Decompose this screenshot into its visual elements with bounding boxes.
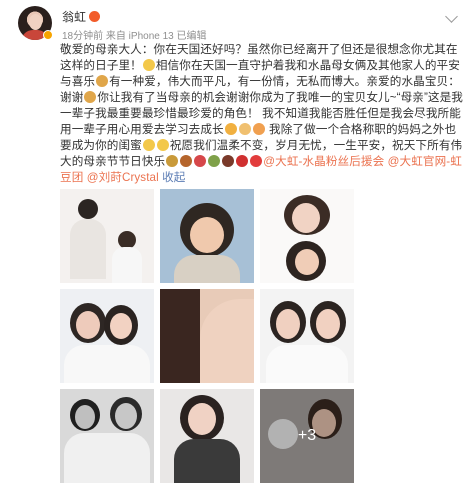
photo-3[interactable] — [260, 189, 354, 283]
mention-fanclub-link[interactable]: @大虹-水晶粉丝后援会 — [263, 155, 384, 168]
flower-emoji-icon — [222, 155, 235, 167]
photo-9[interactable]: +3 — [260, 389, 354, 483]
chevron-down-icon[interactable] — [445, 10, 458, 23]
lipstick-emoji-icon — [194, 155, 207, 167]
post-meta: 18分钟前 来自 iPhone 13 已编辑 — [62, 31, 207, 42]
hand-emoji-icon — [238, 123, 251, 135]
cake-emoji-icon — [166, 155, 179, 167]
pray-emoji-icon-2 — [84, 91, 97, 103]
mention-crystal-link[interactable]: @刘莳Crystal — [87, 171, 159, 184]
photo-7[interactable] — [60, 389, 154, 483]
bottle-emoji-icon — [208, 155, 221, 167]
post-header: 翁虹 18分钟前 来自 iPhone 13 已编辑 — [10, 6, 464, 42]
photo-5[interactable] — [160, 289, 254, 383]
rose-emoji-icon — [236, 155, 249, 167]
bouquet-emoji-icon — [180, 155, 193, 167]
muscle-emoji-icon — [252, 123, 265, 135]
photo-2[interactable] — [160, 189, 254, 283]
laugh-emoji-icon — [142, 139, 155, 151]
photo-8[interactable] — [160, 389, 254, 483]
verified-badge-icon — [43, 30, 53, 40]
author-name-text[interactable]: 翁虹 — [62, 10, 86, 24]
more-photos-overlay[interactable]: +3 — [260, 389, 354, 483]
author-name[interactable]: 翁虹 — [62, 8, 101, 25]
smile-emoji-icon — [142, 59, 155, 71]
photo-6[interactable] — [260, 289, 354, 383]
post-text: 敬爱的母亲大人：你在天国还好吗？虽然你已经离开了但还是很想念你尤其在这样的日子里… — [60, 42, 464, 186]
kiss-emoji-icon — [224, 123, 237, 135]
heart-emoji-icon — [250, 155, 263, 167]
collapse-link[interactable]: 收起 — [162, 171, 185, 184]
photo-4[interactable] — [60, 289, 154, 383]
pray-emoji-icon — [96, 75, 109, 87]
grin-emoji-icon — [156, 139, 169, 151]
photo-1[interactable] — [60, 189, 154, 283]
member-badge-icon — [89, 11, 101, 22]
